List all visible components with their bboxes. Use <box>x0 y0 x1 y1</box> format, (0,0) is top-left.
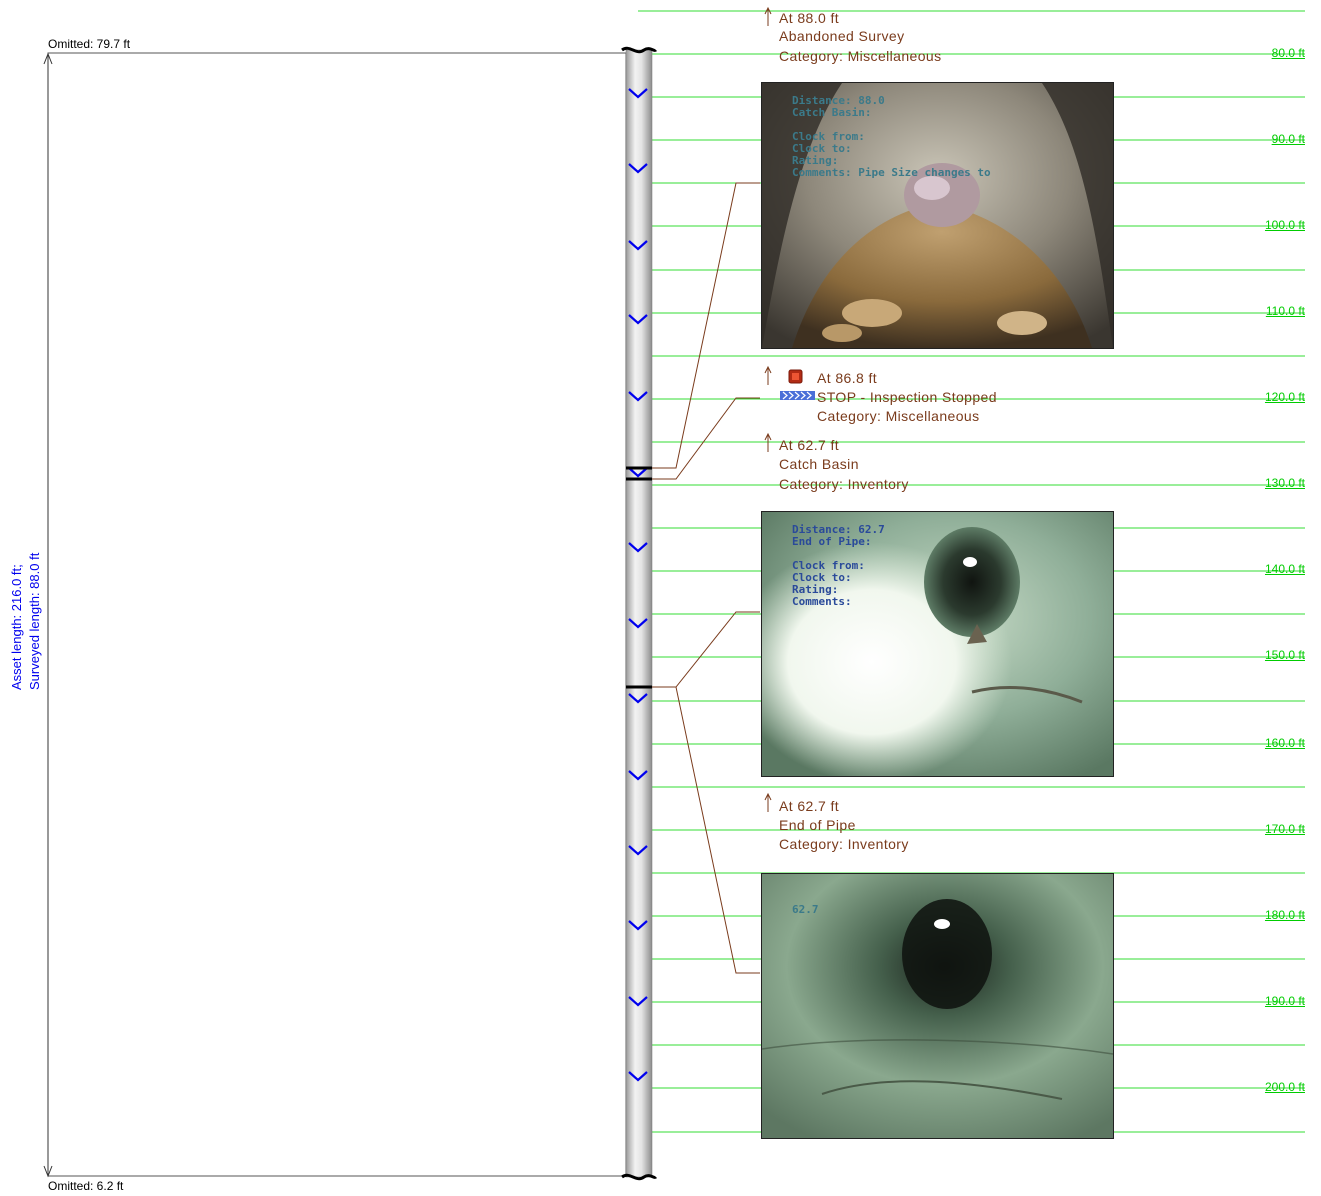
omitted-top-label: Omitted: 79.7 ft <box>48 37 131 51</box>
report-graphics <box>43 6 1305 1181</box>
up-arrow-icon <box>764 792 772 812</box>
photo-overlay-text: Distance: 88.0 Catch Basin: Clock from: … <box>792 94 991 179</box>
continuation-band-icon <box>780 391 815 400</box>
overview-frame <box>47 52 627 1177</box>
observation-category: Category: Inventory <box>779 476 909 492</box>
pipe-inspection-report: Omitted: 79.7 ft Omitted: 6.2 ft Asset l… <box>0 0 1321 1196</box>
omitted-bottom-label: Omitted: 6.2 ft <box>48 1179 124 1193</box>
observation-at: At 62.7 ft <box>779 437 840 453</box>
inspection-photo-pipe-interior[interactable]: 62.7 <box>761 873 1114 1139</box>
distance-label: 150.0 ft <box>1264 648 1305 662</box>
distance-label: 90.0 ft <box>1271 132 1305 146</box>
distance-label: 170.0 ft <box>1264 822 1305 836</box>
observation-category: Category: Miscellaneous <box>817 408 980 424</box>
distance-label: 180.0 ft <box>1264 908 1305 922</box>
observation-title: STOP - Inspection Stopped <box>817 389 997 405</box>
photo-overlay-text: 62.7 <box>792 903 819 916</box>
distance-label: 130.0 ft <box>1264 476 1305 490</box>
observation-at: At 62.7 ft <box>779 798 840 814</box>
distance-label: 140.0 ft <box>1264 562 1305 576</box>
photo-overlay-text: Distance: 62.7 End of Pipe: Clock from: … <box>792 523 885 608</box>
asset-length-label: Asset length: 216.0 ft; <box>9 564 24 690</box>
distance-label: 100.0 ft <box>1264 218 1305 232</box>
observation-category: Category: Inventory <box>779 836 909 852</box>
distance-label: 120.0 ft <box>1264 390 1305 404</box>
distance-label: 160.0 ft <box>1264 736 1305 750</box>
observation-category: Category: Miscellaneous <box>779 48 942 64</box>
inspection-photo-catch-basin[interactable]: Distance: 88.0 Catch Basin: Clock from: … <box>761 82 1114 349</box>
distance-label: 190.0 ft <box>1264 994 1305 1008</box>
leader-line-catch-basin <box>652 611 760 688</box>
distance-label: 200.0 ft <box>1264 1080 1305 1094</box>
inspection-photo-end-of-pipe[interactable]: Distance: 62.7 End of Pipe: Clock from: … <box>761 511 1114 777</box>
surveyed-length-label: Surveyed length: 88.0 ft <box>27 552 42 690</box>
observation-at: At 88.0 ft <box>779 10 840 26</box>
leader-line-stop <box>652 397 760 480</box>
distance-label: 110.0 ft <box>1265 304 1305 318</box>
observation-title: Abandoned Survey <box>779 28 905 44</box>
up-arrow-icon <box>764 432 772 452</box>
distance-label: 80.0 ft <box>1271 46 1305 60</box>
pipe-body <box>625 49 653 1178</box>
observation-title: Catch Basin <box>779 456 859 472</box>
observation-at: At 86.8 ft <box>817 370 878 386</box>
stop-icon-inner <box>792 373 799 380</box>
leader-lines <box>652 182 760 974</box>
up-arrow-icon <box>764 365 772 385</box>
observation-title: End of Pipe <box>779 817 856 833</box>
